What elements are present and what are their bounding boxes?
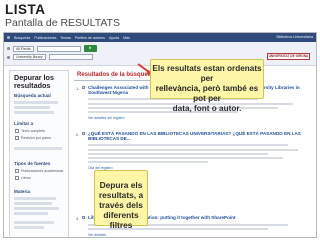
record-detail-link[interactable]: Ver detalles del registro	[88, 116, 125, 120]
panel-text-line	[14, 106, 50, 109]
refine-source-types[interactable]: Tipos de fuentes	[14, 161, 50, 166]
logo-icon	[7, 36, 10, 39]
slide-title: LISTA	[5, 2, 46, 17]
bullet-icon	[7, 55, 10, 59]
filter-callout-line2: través dels diferents	[99, 200, 143, 220]
refine-panel-title: Depurar los resultados	[14, 73, 54, 90]
panel-text-line	[14, 101, 58, 104]
panel-text-line	[14, 202, 52, 205]
record-meta-line	[88, 144, 288, 147]
books-checkbox[interactable]	[15, 176, 19, 180]
fulltext-label: Texto completo	[21, 129, 46, 133]
nav-item-busqueda[interactable]: Búsqueda	[14, 36, 30, 40]
sort-callout-line1: Els resultats estan ordenats per	[152, 64, 262, 83]
record-meta-line	[88, 161, 208, 164]
peer-review-label: Revisión por pares	[21, 136, 51, 140]
peer-review-checkbox[interactable]	[15, 136, 19, 140]
sort-callout-highlight: rellevància,	[155, 84, 201, 93]
search-input[interactable]	[36, 45, 81, 52]
fulltext-checkbox[interactable]	[15, 129, 19, 133]
nav-item-ayuda[interactable]: Ayuda	[109, 36, 119, 40]
sort-callout-line3: data, font o autor.	[172, 104, 242, 113]
record-number: 1.	[76, 86, 80, 91]
panel-text-line	[14, 207, 59, 210]
search-row-1: All Fields Ir	[7, 45, 97, 52]
nav-item-perfiles[interactable]: Perfiles de autores	[75, 36, 105, 40]
panel-text-line	[14, 226, 44, 229]
sort-callout: Els resultats estan ordenats per rellevà…	[150, 59, 264, 113]
slide-subtitle: Pantalla de RESULTATS	[5, 17, 120, 29]
record-select-checkbox[interactable]	[82, 216, 85, 219]
search-scope-select[interactable]: University library	[13, 54, 46, 60]
nav-item-publicaciones[interactable]: Publicaciones	[34, 36, 56, 40]
panel-text-line	[14, 221, 54, 224]
screenshot-frame: Búsqueda Publicaciones Temas Perfiles de…	[3, 32, 317, 238]
record-number: 2.	[76, 132, 80, 137]
filter-callout-line3: filtres	[109, 220, 133, 230]
search-input-2[interactable]	[48, 54, 93, 60]
refine-results-panel: Depurar los resultados Búsqueda actual L…	[9, 70, 69, 237]
record-meta-line	[88, 157, 283, 160]
search-row-2: University library	[7, 54, 93, 60]
search-button[interactable]: Ir	[83, 45, 97, 52]
refine-current-search[interactable]: Búsqueda actual	[14, 93, 51, 98]
date-slider[interactable]	[14, 147, 62, 150]
record-meta-line	[88, 149, 298, 152]
record-select-checkbox[interactable]	[82, 86, 85, 89]
panel-text-line	[14, 197, 56, 200]
search-field-select[interactable]: All Fields	[13, 45, 34, 52]
top-navigation-bar: Búsqueda Publicaciones Temas Perfiles de…	[4, 33, 316, 42]
panel-text-line	[14, 111, 54, 114]
nav-item-temas[interactable]: Temas	[60, 36, 71, 40]
institution-badge: UNIVERSITAT DE GIRONA	[267, 53, 310, 60]
filter-callout: Depura els resultats, a través dels dife…	[94, 170, 148, 230]
nav-right-label[interactable]: Biblioteca Universitaria	[276, 35, 313, 39]
record-number: 3.	[76, 216, 80, 221]
panel-text-line	[14, 212, 48, 215]
filter-callout-line1: Depura els resultats, a	[98, 180, 144, 200]
record-meta-line	[88, 153, 268, 156]
books-label: Libros	[21, 176, 31, 180]
bullet-icon	[7, 47, 10, 50]
academic-label: Publicaciones académicas	[21, 169, 64, 173]
record-title[interactable]: ¿QUÉ ESTÁ PASANDO EN LAS BIBLIOTECAS UNI…	[88, 131, 303, 141]
refine-subject[interactable]: Materia	[14, 189, 30, 194]
nav-item-mas[interactable]: Más	[123, 36, 130, 40]
academic-checkbox[interactable]	[15, 169, 19, 173]
record-select-checkbox[interactable]	[82, 132, 85, 135]
record-detail-link[interactable]: Ver detalles	[88, 233, 106, 237]
refine-limit-to[interactable]: Limitar a	[14, 121, 33, 126]
